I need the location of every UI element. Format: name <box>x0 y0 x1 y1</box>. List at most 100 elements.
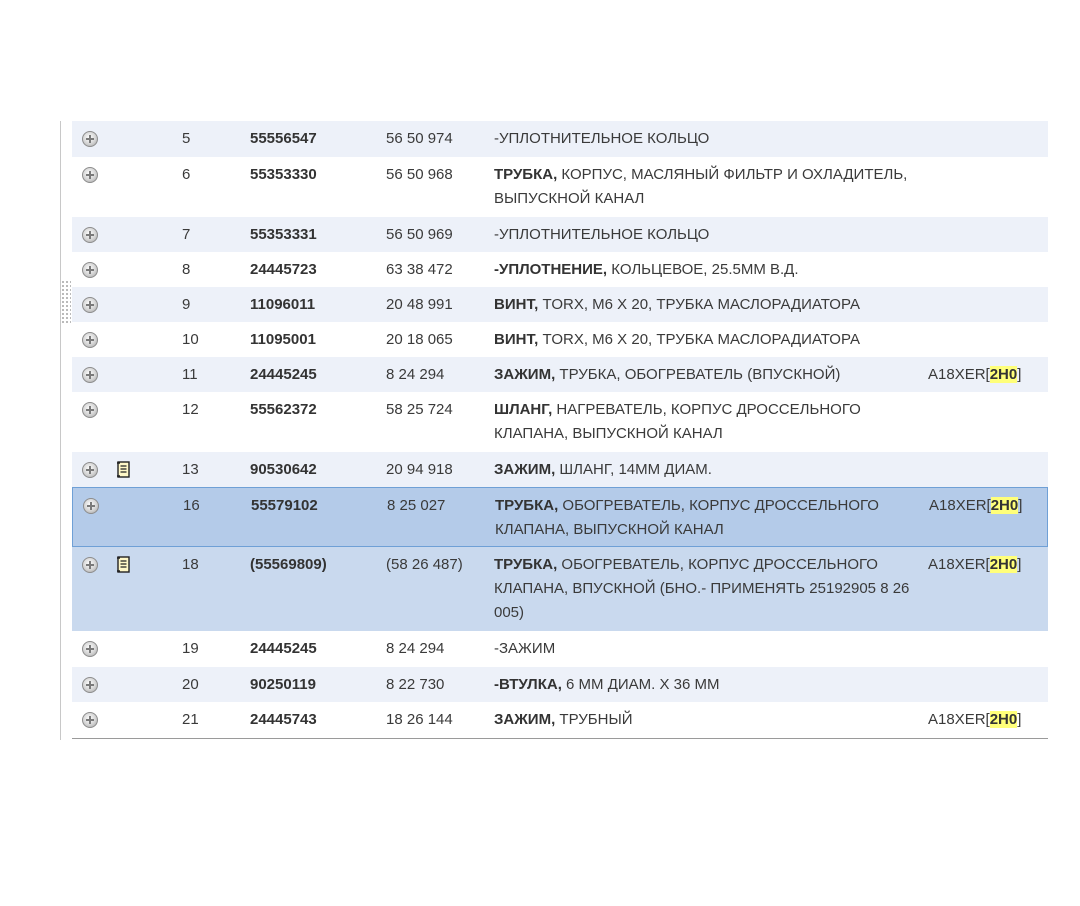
part-description: -УПЛОТНИТЕЛЬНОЕ КОЛЬЦО <box>494 127 934 151</box>
table-row[interactable]: 11 24445245 8 24 294 ЗАЖИМ, ТРУБКА, ОБОГ… <box>72 357 1048 392</box>
engine-code: A18XER[2H0] <box>928 553 1021 577</box>
panel-splitter-handle[interactable] <box>61 280 71 324</box>
table-row[interactable]: 12 55562372 58 25 724 ШЛАНГ, НАГРЕВАТЕЛЬ… <box>72 392 1048 452</box>
expand-plus-icon[interactable] <box>82 557 98 573</box>
expand-plus-icon[interactable] <box>82 297 98 313</box>
catalog-number: 56 50 974 <box>386 130 453 147</box>
code-prefix: A18XER[ <box>929 497 991 514</box>
catalog-number: 20 94 918 <box>386 461 453 478</box>
engine-code: A18XER[2H0] <box>928 708 1021 732</box>
description-bold: ТРУБКА, <box>494 166 558 183</box>
part-number[interactable]: 55353330 <box>250 163 317 187</box>
catalog-number: 58 25 724 <box>386 401 453 418</box>
description-rest: ТРУБКА, ОБОГРЕВАТЕЛЬ (ВПУСКНОЙ) <box>555 366 841 383</box>
expand-plus-icon[interactable] <box>82 167 98 183</box>
description-bold: ЗАЖИМ, <box>494 366 556 383</box>
expand-plus-icon[interactable] <box>82 462 98 478</box>
part-description: ЗАЖИМ, ШЛАНГ, 14ММ ДИАМ. <box>494 458 934 482</box>
table-row[interactable]: 10 11095001 20 18 065 ВИНТ, TORX, M6 X 2… <box>72 322 1048 357</box>
expand-plus-icon[interactable] <box>82 262 98 278</box>
row-number: 11 <box>182 366 198 383</box>
part-description: -ВТУЛКА, 6 ММ ДИАМ. X 36 ММ <box>494 673 934 697</box>
expand-plus-icon[interactable] <box>82 677 98 693</box>
table-row[interactable]: 5 55556547 56 50 974 -УПЛОТНИТЕЛЬНОЕ КОЛ… <box>72 121 1048 157</box>
part-number[interactable]: 24445723 <box>250 258 317 282</box>
row-number: 18 <box>182 556 199 573</box>
engine-code: A18XER[2H0] <box>928 363 1021 387</box>
description-bold: -УПЛОТНЕНИЕ, <box>494 261 608 278</box>
table-row[interactable]: 20 90250119 8 22 730 -ВТУЛКА, 6 ММ ДИАМ.… <box>72 667 1048 702</box>
engine-code: A18XER[2H0] <box>929 494 1022 518</box>
table-row[interactable]: 13 90530642 20 94 918 ЗАЖИМ, ШЛАНГ, 14ММ… <box>72 452 1048 487</box>
description-rest: ШЛАНГ, 14ММ ДИАМ. <box>555 461 712 478</box>
catalog-number: 20 18 065 <box>386 331 453 348</box>
row-number: 7 <box>182 226 191 243</box>
catalog-number: 8 25 027 <box>387 497 446 514</box>
part-number[interactable]: 55353331 <box>250 223 317 247</box>
part-number[interactable]: 90530642 <box>250 458 317 482</box>
expand-plus-icon[interactable] <box>82 131 98 147</box>
description-bold: ВИНТ, <box>494 331 539 348</box>
expand-plus-icon[interactable] <box>82 402 98 418</box>
part-description: -УПЛОТНИТЕЛЬНОЕ КОЛЬЦО <box>494 223 934 247</box>
part-number[interactable]: 11096011 <box>250 293 315 317</box>
expand-plus-icon[interactable] <box>82 641 98 657</box>
part-description: -ЗАЖИМ <box>494 637 934 661</box>
part-number[interactable]: 24445245 <box>250 363 317 387</box>
row-number: 13 <box>182 461 199 478</box>
catalog-number: 8 24 294 <box>386 640 445 657</box>
code-prefix: A18XER[ <box>928 556 990 573</box>
part-number[interactable]: 11095001 <box>250 328 316 352</box>
description-rest: -ЗАЖИМ <box>494 640 556 657</box>
row-number: 9 <box>182 296 191 313</box>
description-bold: ЗАЖИМ, <box>494 461 556 478</box>
part-number[interactable]: (55569809) <box>250 553 327 577</box>
code-highlight: 2H0 <box>989 556 1018 573</box>
description-rest: -УПЛОТНИТЕЛЬНОЕ КОЛЬЦО <box>494 226 710 243</box>
part-description: ШЛАНГ, НАГРЕВАТЕЛЬ, КОРПУС ДРОССЕЛЬНОГО … <box>494 398 934 446</box>
part-number[interactable]: 55579102 <box>251 494 318 518</box>
table-row[interactable]: 19 24445245 8 24 294 -ЗАЖИМ <box>72 631 1048 667</box>
part-number[interactable]: 90250119 <box>250 673 316 697</box>
expand-plus-icon[interactable] <box>82 332 98 348</box>
description-bold: ВИНТ, <box>494 296 539 313</box>
code-suffix: ] <box>1017 556 1022 573</box>
part-description: ЗАЖИМ, ТРУБНЫЙ <box>494 708 934 732</box>
description-rest: TORX, M6 X 20, ТРУБКА МАСЛОРАДИАТОРА <box>538 296 860 313</box>
table-row[interactable]: 9 11096011 20 48 991 ВИНТ, TORX, M6 X 20… <box>72 287 1048 322</box>
table-row[interactable]: 16 55579102 8 25 027 ТРУБКА, ОБОГРЕВАТЕЛ… <box>72 487 1048 547</box>
table-row[interactable]: 18 (55569809) (58 26 487) ТРУБКА, ОБОГРЕ… <box>72 547 1048 631</box>
part-description: ТРУБКА, ОБОГРЕВАТЕЛЬ, КОРПУС ДРОССЕЛЬНОГ… <box>495 494 935 542</box>
catalog-number: 8 24 294 <box>386 366 445 383</box>
part-description: -УПЛОТНЕНИЕ, КОЛЬЦЕВОЕ, 25.5ММ В.Д. <box>494 258 934 282</box>
part-number[interactable]: 55562372 <box>250 398 317 422</box>
part-number[interactable]: 24445743 <box>250 708 317 732</box>
row-number: 16 <box>183 497 200 514</box>
catalog-number: 20 48 991 <box>386 296 453 313</box>
table-row[interactable]: 6 55353330 56 50 968 ТРУБКА, КОРПУС, МАС… <box>72 157 1048 217</box>
description-rest: ОБОГРЕВАТЕЛЬ, КОРПУС ДРОССЕЛЬНОГО КЛАПАН… <box>494 556 910 621</box>
note-document-icon[interactable] <box>116 556 132 574</box>
description-rest: 6 ММ ДИАМ. X 36 ММ <box>561 676 720 693</box>
catalog-number: (58 26 487) <box>386 556 463 573</box>
row-number: 12 <box>182 401 199 418</box>
row-number: 21 <box>182 711 199 728</box>
expand-plus-icon[interactable] <box>83 498 99 514</box>
expand-plus-icon[interactable] <box>82 227 98 243</box>
expand-plus-icon[interactable] <box>82 712 98 728</box>
expand-plus-icon[interactable] <box>82 367 98 383</box>
table-row[interactable]: 8 24445723 63 38 472 -УПЛОТНЕНИЕ, КОЛЬЦЕ… <box>72 252 1048 287</box>
description-bold: ТРУБКА, <box>495 497 559 514</box>
code-suffix: ] <box>1018 497 1023 514</box>
row-number: 19 <box>182 640 199 657</box>
catalog-number: 56 50 968 <box>386 166 453 183</box>
description-bold: ШЛАНГ, <box>494 401 553 418</box>
table-row[interactable]: 21 24445743 18 26 144 ЗАЖИМ, ТРУБНЫЙ A18… <box>72 702 1048 738</box>
part-number[interactable]: 24445245 <box>250 637 317 661</box>
catalog-number: 56 50 969 <box>386 226 453 243</box>
table-row[interactable]: 7 55353331 56 50 969 -УПЛОТНИТЕЛЬНОЕ КОЛ… <box>72 217 1048 252</box>
description-rest: TORX, M6 X 20, ТРУБКА МАСЛОРАДИАТОРА <box>538 331 860 348</box>
note-document-icon[interactable] <box>116 461 132 479</box>
row-number: 6 <box>182 166 191 183</box>
part-number[interactable]: 55556547 <box>250 127 317 151</box>
